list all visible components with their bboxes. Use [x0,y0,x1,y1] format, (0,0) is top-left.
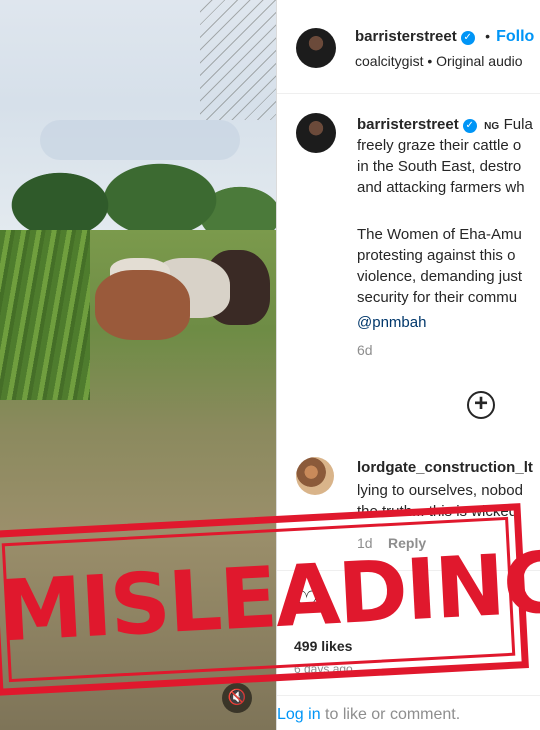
caption-line: The Women of Eha-Amu [357,226,522,243]
video-maize-plants [0,230,90,400]
login-prompt: Log in to like or comment. [277,706,460,724]
mention-link[interactable]: @pnmbah [357,312,426,333]
post-header: barristerstreet ✓ • Follo [355,28,534,46]
caption-line: security for their commu [357,289,518,306]
footer-divider [277,695,540,696]
video-tree-branches [200,0,276,120]
caption-line: protesting against this o [357,247,516,264]
caption-username[interactable]: barristerstreet [357,116,459,133]
login-prompt-text: to like or comment. [320,706,461,723]
misleading-stamp: MISLEADING [0,503,540,696]
comment-username[interactable]: lordgate_construction_lt [357,459,533,476]
caption-line: Fula [503,116,533,133]
header-username[interactable]: barristerstreet [355,28,457,45]
verified-badge-icon: ✓ [460,31,475,45]
audio-subtitle[interactable]: coalcitygist • Original audio [355,53,523,69]
follow-button[interactable]: Follo [496,28,534,45]
video-cloud [40,120,240,160]
caption-line: and attacking farmers wh [357,179,525,196]
country-flag: NG [484,121,500,132]
comment-avatar[interactable] [296,457,334,495]
caption-line: freely graze their cattle o [357,137,522,154]
avatar[interactable] [296,28,336,68]
post-age: 6d [357,342,373,358]
mute-icon[interactable]: 🔇 [222,683,252,713]
caption-avatar[interactable] [296,113,336,153]
login-link[interactable]: Log in [277,706,321,723]
header-divider [277,93,540,94]
verified-badge-icon: ✓ [462,119,477,133]
new-comment-plus-icon[interactable]: + [467,391,495,419]
comment-text-line: lying to ourselves, nobod [357,482,523,499]
post-caption-first-line: barristerstreet ✓ NG Fula [357,114,533,137]
video-cow [95,270,190,340]
separator-dot: • [485,28,491,44]
caption-line: in the South East, destro [357,158,522,175]
caption-line: violence, demanding just [357,268,523,285]
